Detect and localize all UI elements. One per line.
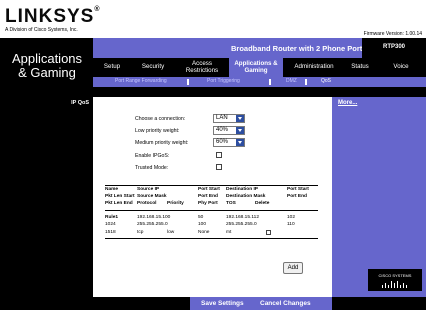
chevron-down-icon bbox=[236, 139, 244, 146]
medium-priority-label: Medium priority weight: bbox=[135, 140, 189, 146]
rule-pkt-len-end: 1518 bbox=[105, 230, 116, 235]
cancel-changes-button[interactable]: Cancel Changes bbox=[260, 300, 311, 307]
tab-security[interactable]: Security bbox=[133, 58, 173, 77]
medium-priority-select[interactable]: 60% bbox=[213, 138, 245, 147]
col-header-destination-ip: Destination IP bbox=[226, 187, 258, 192]
rule-destination-ip: 192.168.15.112 bbox=[226, 215, 259, 220]
rule-port-end: 100 bbox=[198, 222, 207, 227]
model-number: RTP300 bbox=[382, 44, 405, 50]
section-label-ip-qos: IP QoS bbox=[71, 100, 89, 106]
enable-ipgos-label: Enable IPGoS: bbox=[135, 153, 170, 159]
col-header-phy-port: Phy Port bbox=[198, 201, 218, 206]
rule-port-end-2: 110 bbox=[287, 222, 295, 227]
save-settings-button[interactable]: Save Settings bbox=[201, 300, 244, 307]
section-title-box: Applications & Gaming bbox=[0, 38, 93, 93]
col-header-priority: Priority bbox=[167, 201, 184, 206]
left-column: IP QoS bbox=[0, 97, 93, 297]
tab-status[interactable]: Status bbox=[345, 58, 375, 77]
col-header-source-ip: Source IP bbox=[137, 187, 160, 192]
table-top-rule bbox=[105, 185, 318, 186]
tab-applications-gaming[interactable]: Applications & Gaming bbox=[229, 58, 283, 77]
header-logo-area: LINKSYS® A Division of Cisco Systems, In… bbox=[0, 0, 426, 38]
cisco-systems-logo: CISCO SYSTEMS bbox=[368, 269, 422, 291]
linksys-logo: LINKSYS® bbox=[5, 6, 101, 27]
rule-delete-checkbox[interactable] bbox=[266, 230, 271, 235]
subtab-dmz[interactable]: DMZ bbox=[286, 78, 297, 84]
tab-voice[interactable]: Voice bbox=[383, 58, 419, 77]
cisco-bars-icon bbox=[382, 281, 407, 288]
trusted-mode-checkbox[interactable] bbox=[216, 164, 222, 170]
col-header-delete: Delete bbox=[255, 201, 270, 206]
tab-setup[interactable]: Setup bbox=[97, 58, 127, 77]
table-bottom-rule bbox=[105, 238, 318, 239]
rule-name: Rule1 bbox=[105, 215, 119, 220]
subtab-qos[interactable]: QoS bbox=[321, 78, 331, 84]
connection-select[interactable]: LAN bbox=[213, 114, 245, 123]
model-box: RTP300 bbox=[362, 38, 426, 58]
col-header-tos: TOS bbox=[226, 201, 236, 206]
chevron-down-icon bbox=[236, 127, 244, 134]
enable-ipgos-checkbox[interactable] bbox=[216, 152, 222, 158]
rule-source-ip: 192.168.15.100 bbox=[137, 215, 171, 220]
rule-protocol: tcp bbox=[137, 230, 144, 235]
product-name: Broadband Router with 2 Phone Ports bbox=[231, 44, 367, 53]
tab-administration[interactable]: Administration bbox=[285, 58, 343, 77]
col-header-name: Name bbox=[105, 187, 119, 192]
rule-priority: low bbox=[167, 230, 175, 235]
rule-phy-port: None bbox=[198, 230, 210, 235]
trusted-mode-label: Trusted Mode: bbox=[135, 165, 169, 171]
main-tabs: Setup Security Access Restrictions Appli… bbox=[93, 58, 426, 77]
col-header-port-start-2: Port Start bbox=[287, 187, 309, 192]
chevron-down-icon bbox=[236, 115, 244, 122]
rule-destination-mask: 255.255.255.0 bbox=[226, 222, 257, 227]
firmware-version: Firmware Version: 1.00.14 bbox=[363, 31, 422, 37]
subtab-separator bbox=[187, 79, 189, 85]
col-header-protocol: Protocol bbox=[137, 201, 157, 206]
rule-source-mask: 255.255.255.0 bbox=[137, 222, 168, 227]
main-content: Choose a connection: LAN Low priority we… bbox=[93, 97, 332, 297]
col-header-port-start: Port Start bbox=[198, 187, 220, 192]
more-link[interactable]: More... bbox=[338, 100, 357, 106]
rule-port-start: 50 bbox=[198, 215, 204, 220]
col-header-port-end: Port End bbox=[198, 194, 218, 199]
tab-access-restrictions[interactable]: Access Restrictions bbox=[177, 58, 227, 77]
col-header-pkt-len-end: Pkt Len End bbox=[105, 201, 133, 206]
section-title: Applications & Gaming bbox=[11, 51, 83, 80]
right-column: More... CISCO SYSTEMS bbox=[332, 97, 426, 297]
col-header-pkt-len-start: Pkt Len Start bbox=[105, 194, 135, 199]
col-header-source-mask: Source Mask bbox=[137, 194, 167, 199]
logo-subtitle: A Division of Cisco Systems, Inc. bbox=[5, 27, 78, 33]
subtab-port-triggering[interactable]: Port Triggering bbox=[207, 78, 240, 84]
col-header-port-end-2: Port End bbox=[287, 194, 307, 199]
connection-label: Choose a connection: bbox=[135, 116, 186, 122]
low-priority-label: Low priority weight: bbox=[135, 128, 180, 134]
rule-tos: mt bbox=[226, 230, 232, 235]
rule-pkt-len-start: 1024 bbox=[105, 222, 116, 227]
rule-port-start-2: 102 bbox=[287, 215, 296, 220]
col-header-destination-mask: Destination Mask bbox=[226, 194, 266, 199]
add-rule-button[interactable]: Add bbox=[283, 262, 303, 274]
subtab-separator bbox=[269, 79, 271, 85]
table-header-rule bbox=[105, 210, 318, 211]
low-priority-select[interactable]: 40% bbox=[213, 126, 245, 135]
sub-tabs: Port Range Forwarding Port Triggering DM… bbox=[93, 77, 426, 87]
subtab-port-range-forwarding[interactable]: Port Range Forwarding bbox=[115, 78, 167, 84]
divider-band bbox=[0, 87, 426, 97]
subtab-separator bbox=[305, 79, 307, 85]
